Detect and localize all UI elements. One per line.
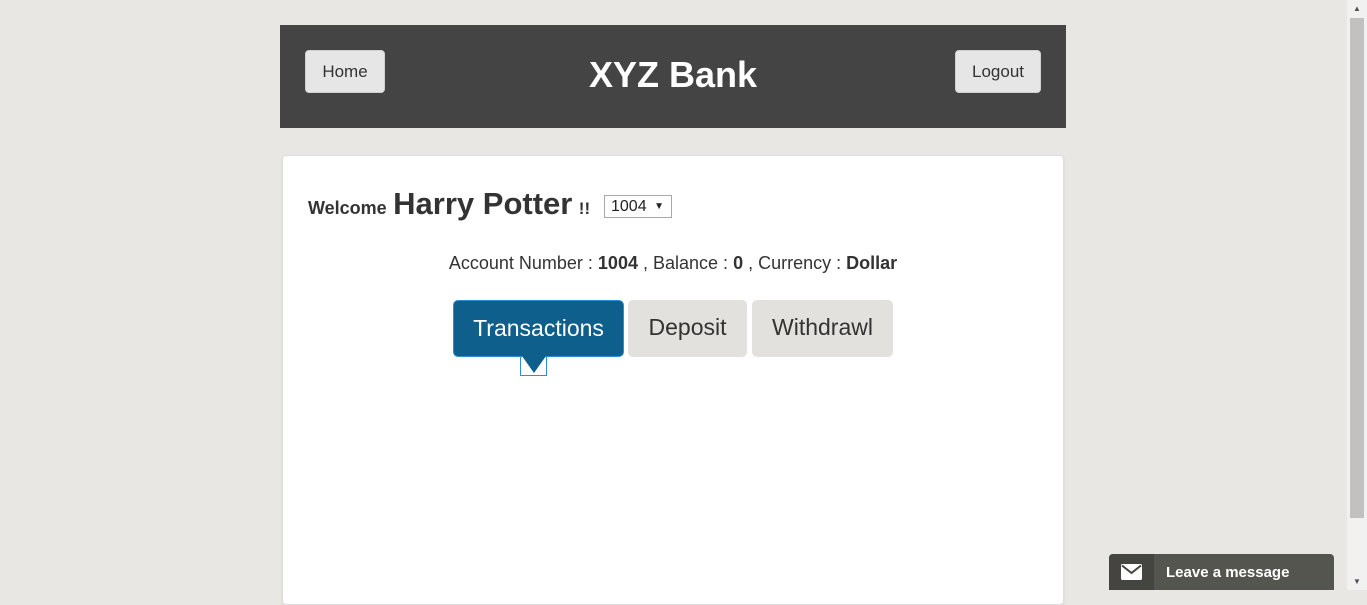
bank-title: XYZ Bank: [588, 54, 758, 95]
scroll-down-arrow-icon[interactable]: ▼: [1347, 573, 1367, 590]
account-info: Account Number : 1004 , Balance : 0 , Cu…: [283, 253, 1063, 274]
dropdown-arrow-icon: ▼: [654, 201, 664, 212]
scroll-up-arrow-icon[interactable]: ▲: [1347, 0, 1367, 17]
app-header: Home XYZ Bank Logout: [280, 25, 1066, 128]
active-tab-pointer-icon: [520, 356, 547, 376]
withdrawl-button[interactable]: Withdrawl: [752, 300, 893, 357]
transactions-button[interactable]: Transactions: [453, 300, 624, 357]
welcome-label: Welcome: [308, 198, 387, 218]
chat-icon-box: [1109, 554, 1154, 590]
account-select-value: 1004: [611, 198, 647, 215]
envelope-icon: [1121, 564, 1142, 580]
welcome-row: Welcome Harry Potter !!: [308, 186, 590, 226]
currency-value: Dollar: [846, 253, 898, 273]
balance-value: 0: [733, 253, 744, 273]
balance-label: , Balance :: [642, 253, 729, 273]
scroll-thumb[interactable]: [1350, 18, 1364, 518]
account-number-label: Account Number :: [448, 253, 593, 273]
deposit-button[interactable]: Deposit: [628, 300, 747, 357]
logout-button[interactable]: Logout: [955, 50, 1041, 93]
customer-name: Harry Potter: [393, 186, 573, 221]
welcome-exclaim: !!: [578, 199, 591, 218]
vertical-scrollbar[interactable]: ▲ ▼: [1347, 0, 1367, 590]
leave-message-label: Leave a message: [1166, 564, 1290, 581]
account-number-value: 1004: [597, 253, 638, 273]
currency-label: , Currency :: [748, 253, 842, 273]
leave-message-widget[interactable]: Leave a message: [1109, 554, 1334, 590]
account-select[interactable]: 1004 ▼: [604, 195, 672, 218]
account-panel: Welcome Harry Potter !! 1004 ▼ Account N…: [282, 155, 1064, 605]
